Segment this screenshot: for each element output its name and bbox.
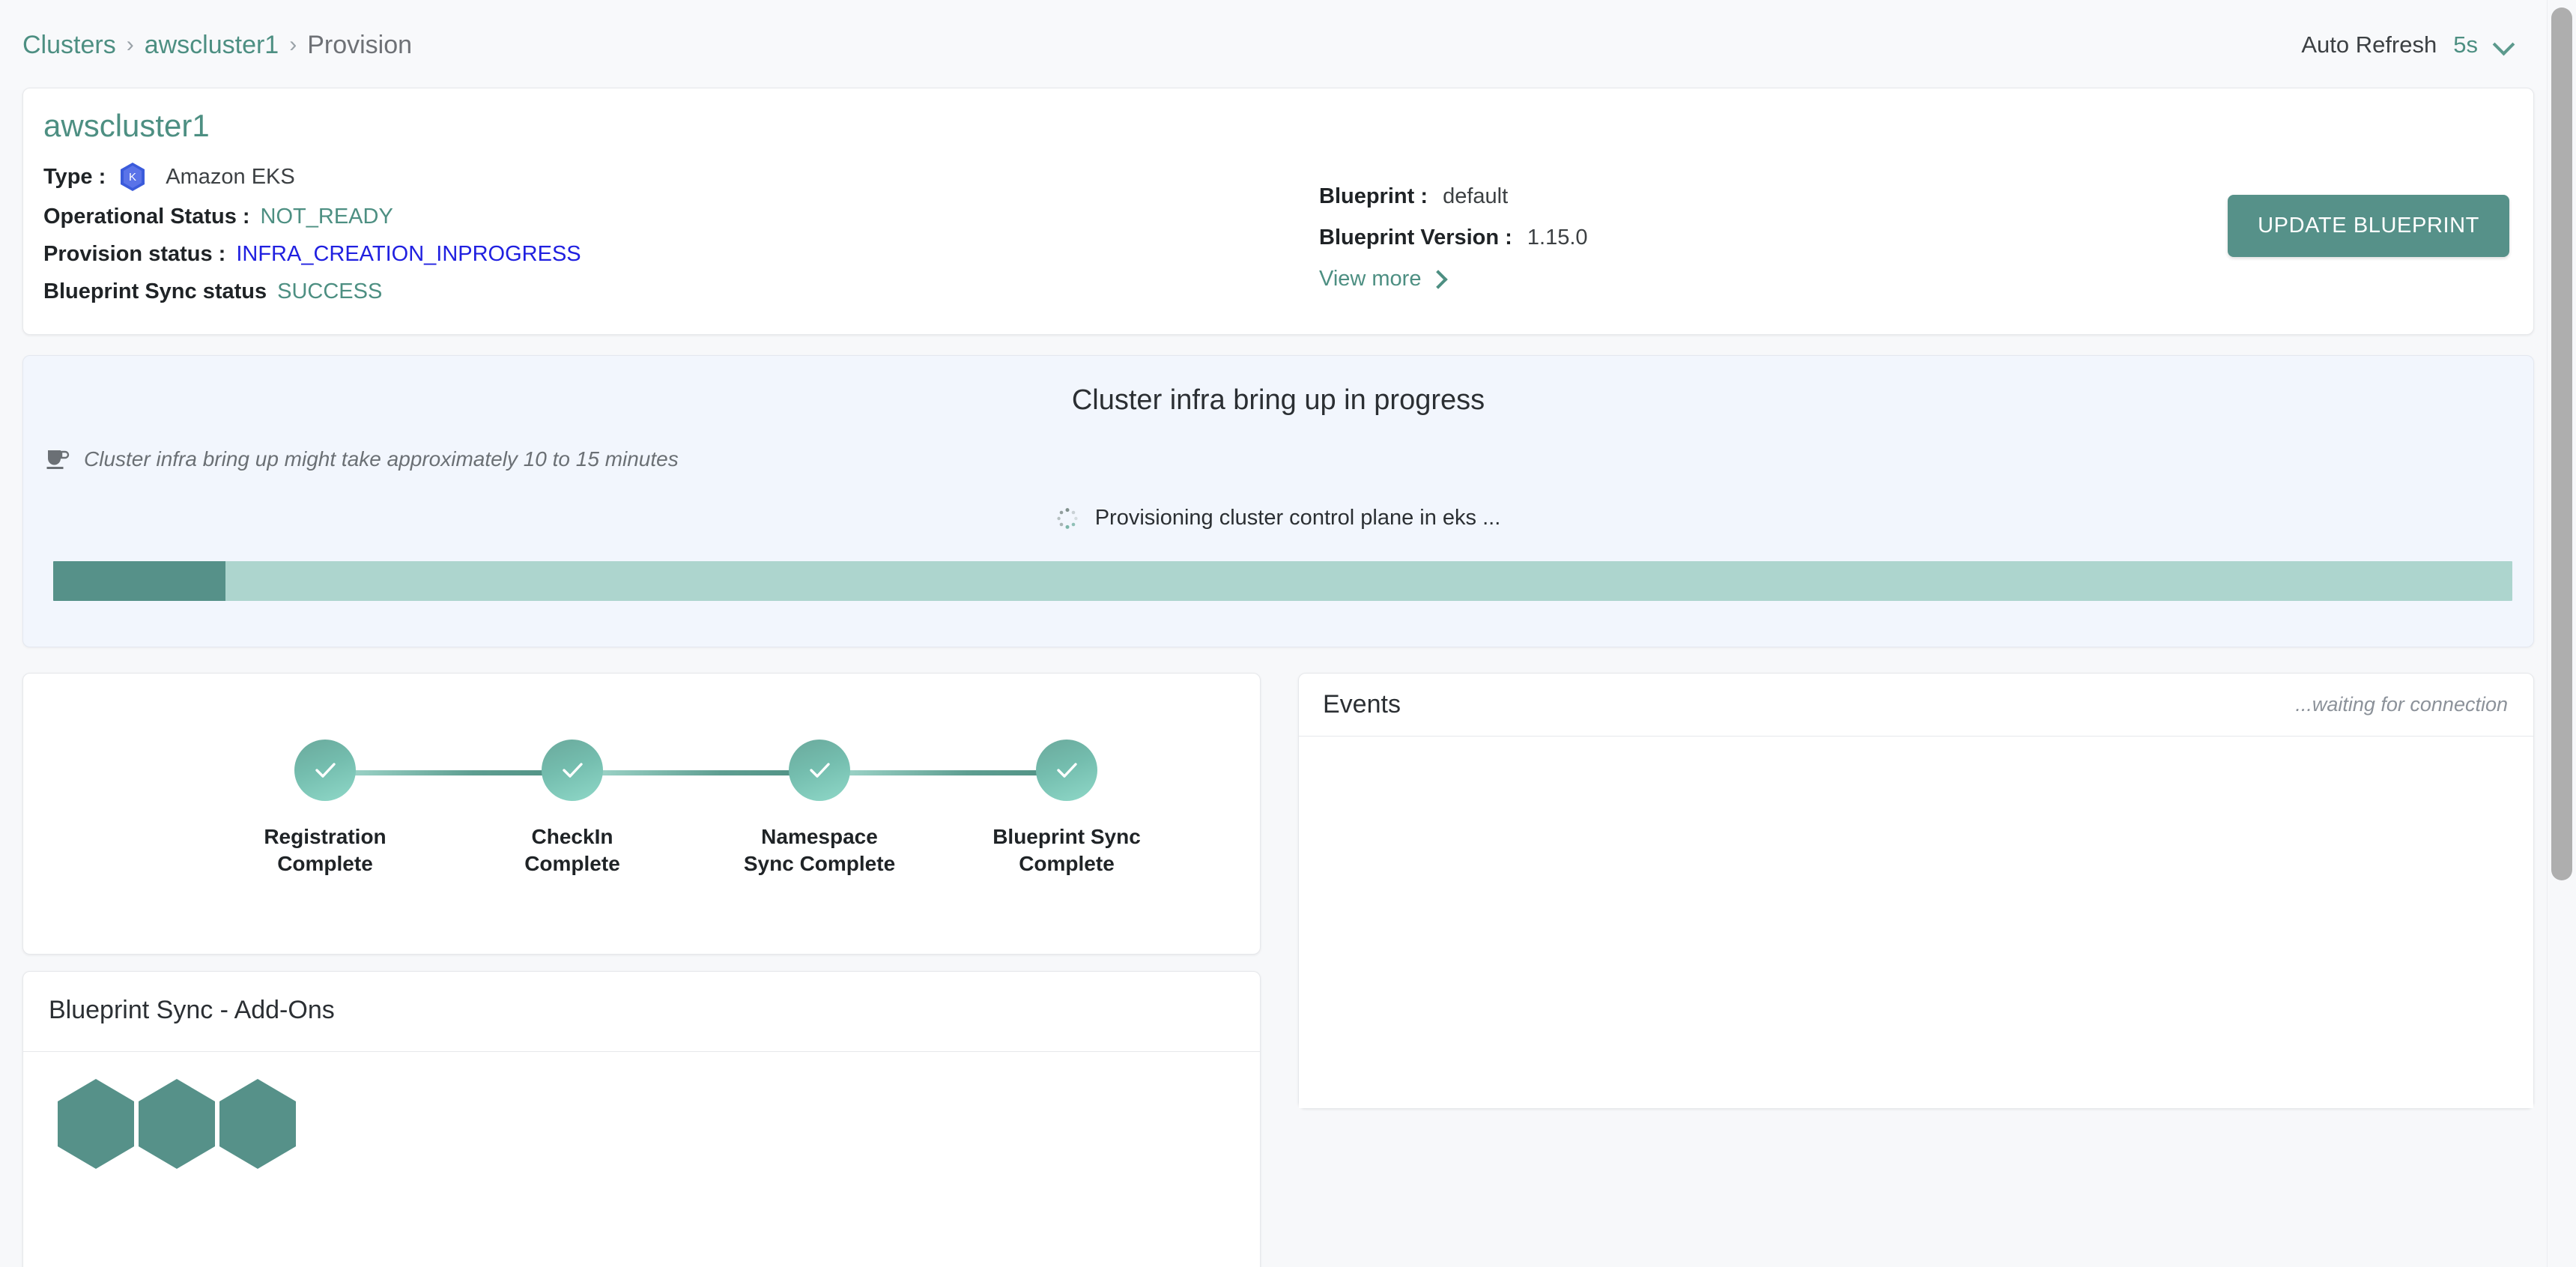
- check-icon: [563, 763, 583, 778]
- step-status-badge: [1036, 740, 1097, 801]
- breadcrumb-clusters[interactable]: Clusters: [22, 31, 116, 60]
- progress-hint-text: Cluster infra bring up might take approx…: [84, 447, 679, 471]
- step-status-badge: [542, 740, 603, 801]
- step-connector: [325, 770, 572, 775]
- step-connector: [572, 770, 819, 775]
- blueprint-version-label: Blueprint Version :: [1319, 226, 1512, 250]
- view-more-link[interactable]: View more: [1319, 267, 1588, 291]
- events-list[interactable]: [1299, 737, 2533, 1108]
- progress-bar-fill: [53, 561, 225, 601]
- cluster-type-row: Type : K Amazon EKS: [43, 162, 581, 192]
- step-status-badge: [294, 740, 356, 801]
- events-connection-status: ...waiting for connection: [2295, 693, 2508, 716]
- hexagon-icon: [219, 1079, 296, 1169]
- cluster-type-value: Amazon EKS: [166, 164, 295, 189]
- blueprint-name-row: Blueprint : default: [1319, 184, 1588, 209]
- step-label: CheckIn Complete: [524, 825, 620, 876]
- blueprint-sync-status-row: Blueprint Sync status SUCCESS: [43, 279, 581, 304]
- top-bar: Clusters › awscluster1 › Provision Auto …: [0, 0, 2547, 90]
- page-title: awscluster1: [43, 108, 210, 143]
- provision-step: Registration Complete: [201, 740, 572, 878]
- events-header: Events ...waiting for connection: [1299, 674, 2533, 737]
- progress-banner-title: Cluster infra bring up in progress: [1071, 384, 1485, 416]
- provision-steps: Registration Complete CheckIn Complete Nam…: [201, 740, 1190, 878]
- breadcrumb-separator-1: ›: [126, 32, 134, 57]
- operational-status-label: Operational Status :: [43, 205, 250, 229]
- provision-step: Blueprint Sync Complete: [943, 740, 1190, 878]
- addon-item[interactable]: [56, 1078, 136, 1170]
- progress-banner: Cluster infra bring up in progress Clust…: [22, 355, 2534, 647]
- coffee-cup-icon: [46, 450, 70, 469]
- events-title: Events: [1323, 690, 1401, 719]
- check-icon: [810, 763, 830, 778]
- addon-item[interactable]: [137, 1078, 216, 1170]
- blueprint-name-value: default: [1443, 184, 1509, 208]
- kubernetes-hexagon-icon: K: [121, 163, 145, 191]
- step-status-badge: [789, 740, 850, 801]
- blueprint-sync-status-value: SUCCESS: [277, 279, 383, 303]
- check-icon: [315, 763, 336, 778]
- step-label: Registration Complete: [264, 825, 387, 876]
- auto-refresh-value: 5s: [2453, 31, 2478, 58]
- progress-status: Provisioning cluster control plane in ek…: [23, 506, 2533, 530]
- auto-refresh-label: Auto Refresh: [2301, 31, 2437, 58]
- hexagon-icon: [58, 1079, 134, 1169]
- page-scrollbar-track[interactable]: [2547, 0, 2576, 1267]
- update-blueprint-button[interactable]: UPDATE BLUEPRINT: [2228, 195, 2509, 257]
- page-scrollbar-thumb[interactable]: [2551, 7, 2572, 880]
- blueprint-addons-title: Blueprint Sync - Add-Ons: [49, 996, 335, 1024]
- operational-status-row: Operational Status : NOT_READY: [43, 205, 581, 229]
- step-label: Namespace Sync Complete: [743, 825, 896, 876]
- provision-steps-card: Registration Complete CheckIn Complete Nam…: [22, 673, 1261, 955]
- provision-step: CheckIn Complete: [449, 740, 819, 878]
- addon-hexagon-list: [56, 1078, 297, 1170]
- addon-item[interactable]: [218, 1078, 297, 1170]
- cluster-info-card: awscluster1 Type : K Amazon EKS Operatio…: [22, 88, 2534, 335]
- spinner-icon: [1057, 507, 1078, 529]
- blueprint-info: Blueprint : default Blueprint Version : …: [1319, 184, 1588, 291]
- cluster-type-label: Type :: [43, 164, 106, 189]
- breadcrumb: Clusters › awscluster1 › Provision: [22, 31, 412, 60]
- provision-status-row: Provision status : INFRA_CREATION_INPROG…: [43, 242, 581, 267]
- cluster-info-list: Type : K Amazon EKS Operational Status :…: [43, 162, 581, 317]
- blueprint-addons-card: Blueprint Sync - Add-Ons: [22, 971, 1261, 1267]
- provision-page: Clusters › awscluster1 › Provision Auto …: [0, 0, 2576, 1267]
- progress-status-text: Provisioning cluster control plane in ek…: [1094, 506, 1501, 530]
- svg-text:K: K: [129, 171, 136, 184]
- chevron-right-icon: [1431, 272, 1446, 287]
- blueprint-version-value: 1.15.0: [1527, 226, 1588, 250]
- provision-status-label: Provision status :: [43, 242, 226, 266]
- auto-refresh-control[interactable]: Auto Refresh 5s: [2301, 31, 2514, 58]
- operational-status-value: NOT_READY: [260, 205, 393, 229]
- progress-bar-track: [53, 561, 2512, 601]
- step-label: Blueprint Sync Complete: [992, 825, 1141, 876]
- check-icon: [1057, 763, 1077, 778]
- provision-step: Namespace Sync Complete: [696, 740, 1067, 878]
- hexagon-icon: [139, 1079, 215, 1169]
- progress-hint: Cluster infra bring up might take approx…: [46, 447, 679, 471]
- breadcrumb-separator-2: ›: [289, 32, 297, 57]
- breadcrumb-awscluster1[interactable]: awscluster1: [145, 31, 279, 60]
- events-card: Events ...waiting for connection: [1298, 673, 2534, 1109]
- blueprint-name-label: Blueprint :: [1319, 184, 1428, 208]
- step-connector: [819, 770, 1067, 775]
- chevron-down-icon[interactable]: [2494, 35, 2514, 55]
- blueprint-version-row: Blueprint Version : 1.15.0: [1319, 226, 1588, 250]
- divider: [23, 1051, 1260, 1052]
- blueprint-sync-status-label: Blueprint Sync status: [43, 279, 267, 303]
- provision-status-value: INFRA_CREATION_INPROGRESS: [236, 242, 581, 266]
- breadcrumb-provision: Provision: [307, 30, 413, 59]
- view-more-label: View more: [1319, 267, 1422, 291]
